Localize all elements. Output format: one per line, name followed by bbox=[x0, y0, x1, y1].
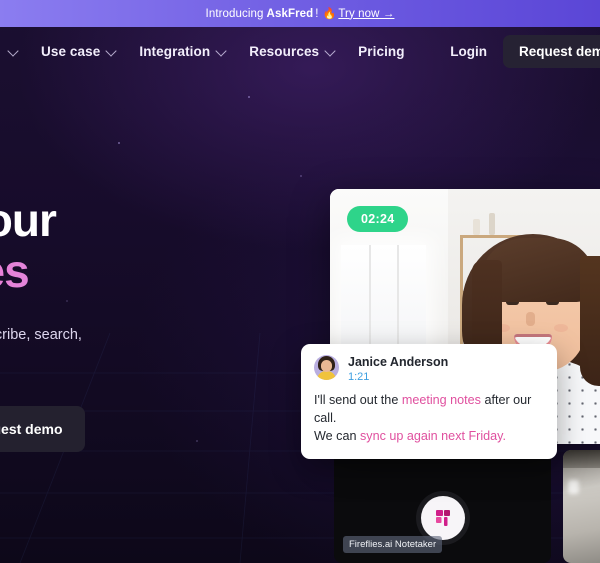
page-title-line1: mate your bbox=[0, 194, 57, 246]
banner-try-now-link[interactable]: Try now → bbox=[338, 8, 394, 20]
banner-product-name: AskFred bbox=[266, 7, 314, 20]
nav-item-integration[interactable]: Integration bbox=[139, 44, 227, 59]
call-timer-badge: 02:24 bbox=[347, 206, 409, 232]
transcript-card[interactable]: Janice Anderson 1:21 I'll send out the m… bbox=[301, 344, 557, 459]
nav-item-product[interactable] bbox=[2, 46, 19, 57]
nav-item-pricing[interactable]: Pricing bbox=[358, 44, 404, 59]
landing-page: Introducing AskFred! 🔥 Try now → Use cas… bbox=[0, 0, 600, 563]
hero-subtext: your team record, transcribe, search, e … bbox=[0, 324, 245, 369]
nav-left-group: Use case Integration Resources Pricing bbox=[0, 44, 405, 59]
transcript-meta: Janice Anderson 1:21 bbox=[348, 355, 448, 383]
notetaker-video-tile[interactable]: Fireflies.ai Notetaker bbox=[334, 450, 551, 563]
participant-video-tile-secondary[interactable] bbox=[563, 450, 600, 563]
nav-item-label: Resources bbox=[249, 43, 320, 59]
request-demo-button[interactable]: Request demo bbox=[0, 406, 85, 453]
hero-subtext-line1: your team record, transcribe, search, bbox=[0, 327, 82, 344]
chevron-down-icon bbox=[106, 46, 117, 57]
transcript-line2-pre: We can bbox=[314, 429, 360, 444]
nav-item-resources[interactable]: Resources bbox=[249, 44, 336, 59]
transcript-line1-pre: I'll send out the bbox=[314, 393, 402, 408]
video-highlight bbox=[568, 480, 579, 494]
chevron-down-icon bbox=[216, 46, 227, 57]
fireflies-logo-icon bbox=[420, 496, 465, 540]
star-speck bbox=[300, 175, 302, 177]
nav-item-label: Pricing bbox=[358, 43, 405, 59]
video-shadow bbox=[563, 450, 600, 468]
announcement-banner[interactable]: Introducing AskFred! 🔥 Try now → bbox=[0, 0, 600, 27]
banner-intro-text: Introducing bbox=[205, 7, 264, 20]
login-link[interactable]: Login bbox=[450, 44, 487, 59]
avatar bbox=[314, 355, 339, 380]
hero-section: mate your ng notes your team record, tra… bbox=[0, 194, 265, 453]
hero-cta-group: r free Request demo bbox=[0, 406, 265, 453]
banner-exclaim: ! bbox=[315, 7, 319, 20]
nav-item-label: Integration bbox=[139, 43, 211, 59]
transcript-header: Janice Anderson 1:21 bbox=[314, 355, 544, 383]
chevron-down-icon bbox=[325, 46, 336, 57]
nav-right-group: Login Request demo bbox=[450, 34, 600, 68]
page-title-line2: ng notes bbox=[0, 245, 265, 297]
transcript-text: I'll send out the meeting notes after ou… bbox=[314, 392, 544, 446]
star-speck bbox=[248, 96, 250, 98]
transcript-highlight-sync-up[interactable]: sync up again next Friday. bbox=[360, 429, 506, 443]
fire-icon: 🔥 bbox=[322, 8, 337, 20]
nav-item-label: Use case bbox=[41, 43, 101, 59]
transcript-timestamp: 1:21 bbox=[348, 371, 370, 384]
main-navigation: Use case Integration Resources Pricing L… bbox=[0, 27, 600, 75]
notetaker-name-label: Fireflies.ai Notetaker bbox=[343, 536, 443, 553]
speaker-name: Janice Anderson bbox=[348, 355, 449, 369]
transcript-highlight-meeting-notes[interactable]: meeting notes bbox=[402, 393, 481, 407]
nav-request-demo-button[interactable]: Request demo bbox=[502, 34, 600, 68]
star-speck bbox=[118, 142, 120, 144]
nav-item-use-case[interactable]: Use case bbox=[41, 44, 117, 59]
chevron-down-icon bbox=[8, 46, 19, 57]
